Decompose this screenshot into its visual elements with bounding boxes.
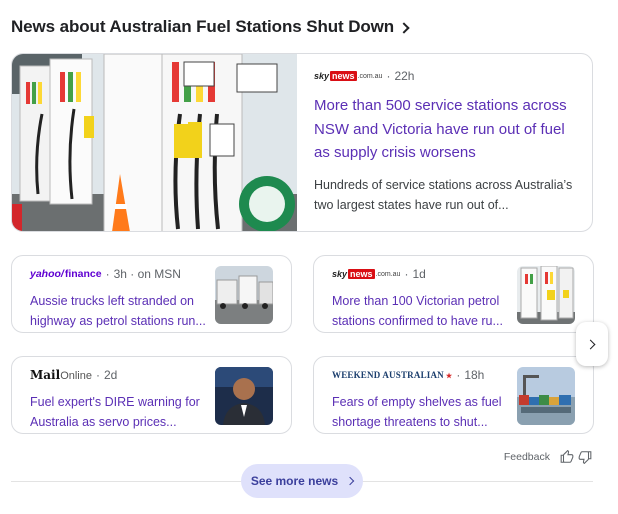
see-more-label: See more news bbox=[250, 474, 339, 488]
news-meta: 1d bbox=[412, 267, 426, 281]
trucks-photo bbox=[215, 266, 273, 324]
thumbs-up-icon[interactable] bbox=[558, 448, 576, 466]
trucks-photo-icon bbox=[215, 266, 273, 324]
featured-time: 22h bbox=[394, 69, 415, 83]
port-photo-icon bbox=[517, 367, 575, 425]
news-card[interactable]: WEEKEND AUSTRALIAN ★ · 18h Fears of empt… bbox=[313, 356, 594, 434]
port-photo bbox=[517, 367, 575, 425]
featured-headline-link[interactable]: More than 500 service stations across NS… bbox=[314, 94, 578, 165]
section-heading: News about Australian Fuel Stations Shut… bbox=[11, 17, 395, 36]
fuel-pumps-photo bbox=[12, 54, 297, 231]
fuel-pumps-photo-icon bbox=[517, 266, 575, 324]
news-meta: 3h · on MSN bbox=[113, 267, 181, 281]
news-card-body: WEEKEND AUSTRALIAN ★ · 18h Fears of empt… bbox=[332, 367, 512, 432]
fuel-pumps-thumb bbox=[517, 266, 575, 324]
see-more-news-button[interactable]: See more news bbox=[241, 464, 363, 498]
featured-article-body: sky news .com.au · 22h More than 500 servi… bbox=[314, 68, 578, 215]
sky-news-logo: sky news .com.au bbox=[332, 269, 401, 279]
news-meta: 2d bbox=[103, 368, 118, 382]
news-source-row: yahoo/finance · 3h · on MSN bbox=[30, 267, 181, 281]
carousel-next-button[interactable] bbox=[576, 322, 608, 366]
fuel-pumps-photo-icon bbox=[12, 54, 297, 231]
news-source-row: MailOnline · 2d bbox=[30, 368, 118, 382]
news-card-body: sky news .com.au · 1d More than 100 Victor… bbox=[332, 266, 512, 331]
news-source-row: WEEKEND AUSTRALIAN ★ · 18h bbox=[332, 368, 485, 382]
news-headline-link[interactable]: Fears of empty shelves as fuel shortage … bbox=[332, 392, 512, 432]
chevron-right-icon bbox=[585, 339, 596, 349]
news-card[interactable]: sky news .com.au · 1d More than 100 Victor… bbox=[313, 255, 594, 333]
news-card-body: MailOnline · 2d Fuel expert's DIRE warni… bbox=[30, 367, 210, 432]
sky-news-logo: sky news .com.au bbox=[314, 71, 383, 81]
news-card[interactable]: yahoo/finance · 3h · on MSN Aussie truck… bbox=[11, 255, 292, 333]
thumbs-down-icon[interactable] bbox=[576, 448, 594, 466]
person-photo bbox=[215, 367, 273, 425]
weekend-australian-logo: WEEKEND AUSTRALIAN ★ bbox=[332, 370, 453, 380]
feedback-label[interactable]: Feedback bbox=[504, 451, 550, 463]
news-meta: 18h bbox=[464, 368, 485, 382]
featured-news-card[interactable]: sky news .com.au · 22h More than 500 servi… bbox=[11, 53, 593, 232]
yahoo-finance-logo: yahoo/finance bbox=[30, 268, 102, 280]
featured-snippet: Hundreds of service stations across Aust… bbox=[314, 177, 573, 212]
news-headline-link[interactable]: Aussie trucks left stranded on highway a… bbox=[30, 291, 210, 331]
mailonline-logo: MailOnline bbox=[30, 368, 92, 382]
chevron-right-icon bbox=[398, 21, 410, 34]
news-card[interactable]: MailOnline · 2d Fuel expert's DIRE warni… bbox=[11, 356, 292, 434]
section-heading-link[interactable]: News about Australian Fuel Stations Shut… bbox=[11, 15, 410, 39]
person-photo-icon bbox=[215, 367, 273, 425]
news-headline-link[interactable]: Fuel expert's DIRE warning for Australia… bbox=[30, 392, 210, 432]
news-source-row: sky news .com.au · 1d bbox=[332, 267, 426, 281]
news-headline-link[interactable]: More than 100 Victorian petrol stations … bbox=[332, 291, 512, 331]
feedback-row: Feedback bbox=[504, 448, 594, 466]
chevron-right-icon bbox=[345, 476, 355, 486]
featured-source-row: sky news .com.au · 22h bbox=[314, 69, 415, 83]
news-card-body: yahoo/finance · 3h · on MSN Aussie truck… bbox=[30, 266, 210, 331]
